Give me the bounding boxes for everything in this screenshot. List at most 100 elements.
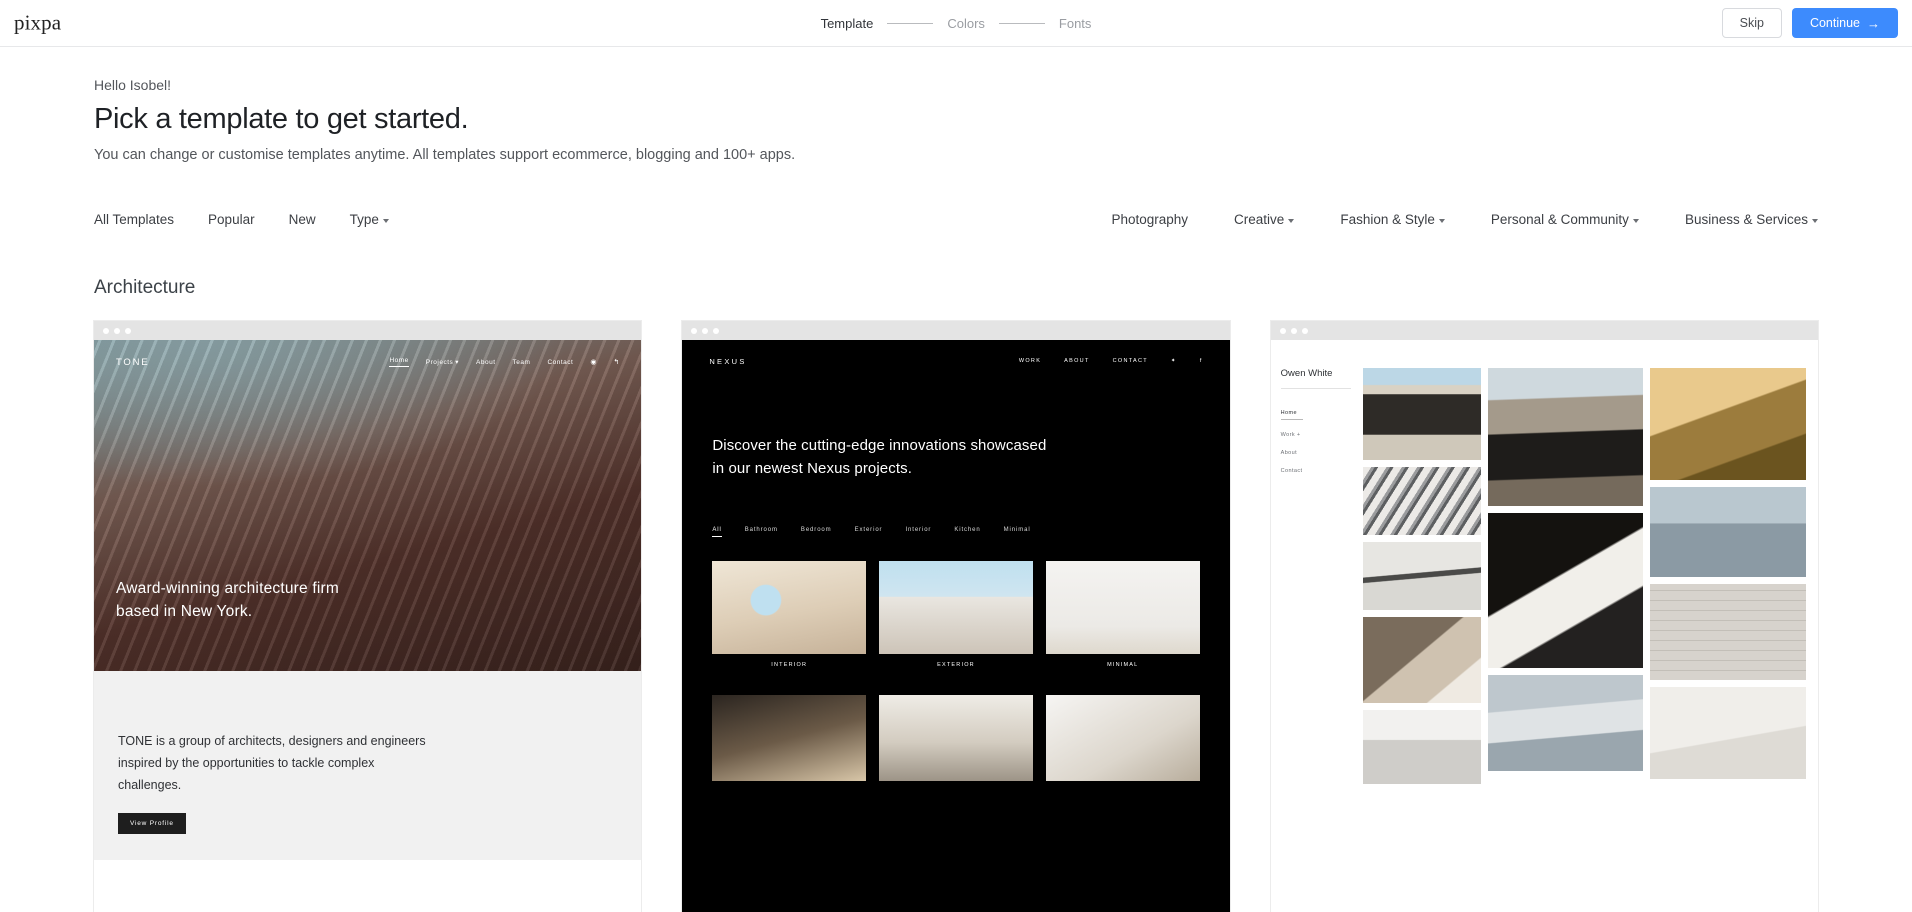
grid-photo xyxy=(1487,513,1644,668)
gallery-photo xyxy=(1045,694,1200,781)
category-creative[interactable]: Creative xyxy=(1234,212,1295,227)
owen-photo-grid xyxy=(1359,340,1818,912)
filter-popular-label: Popular xyxy=(208,212,255,227)
grid-photo xyxy=(1362,710,1481,784)
window-dot-icon xyxy=(1290,327,1297,334)
tone-nav-home: Home xyxy=(389,357,409,367)
intro-block: Hello Isobel! Pick a template to get sta… xyxy=(24,47,1888,163)
category-photography-label: Photography xyxy=(1111,212,1189,227)
tone-nav-projects-label: Projects xyxy=(425,358,454,366)
nexus-filter-interior: Interior xyxy=(905,526,932,533)
browser-chrome xyxy=(682,321,1230,340)
grid-photo xyxy=(1487,675,1644,771)
chevron-down-icon xyxy=(1438,218,1445,223)
nexus-filter-exterior: Exterior xyxy=(854,526,883,533)
tone-nav-about: About xyxy=(476,358,496,366)
pixpa-logo[interactable]: pixpa xyxy=(14,11,61,36)
top-bar: pixpa Template Colors Fonts Skip Continu… xyxy=(0,0,1912,47)
greeting-text: Hello Isobel! xyxy=(94,77,172,93)
page-subtitle: You can change or customise templates an… xyxy=(94,147,796,163)
nexus-filter-all: All xyxy=(712,527,722,537)
nexus-nav: NEXUS WORK ABOUT CONTACT ✦ f xyxy=(682,340,1229,382)
filter-new-label: New xyxy=(288,212,316,227)
category-photography[interactable]: Photography xyxy=(1111,212,1188,227)
step-colors[interactable]: Colors xyxy=(945,16,987,31)
chevron-down-icon xyxy=(1632,218,1639,223)
step-connector-2 xyxy=(998,22,1045,24)
category-business-services[interactable]: Business & Services xyxy=(1685,212,1818,227)
category-personal-community[interactable]: Personal & Community xyxy=(1491,212,1639,227)
tone-brand: TONE xyxy=(116,356,150,368)
skip-button[interactable]: Skip xyxy=(1721,8,1782,38)
template-grid: TONE Home Projects ▾ About Team Contact … xyxy=(94,321,1818,912)
tone-hero-headline: Award-winning architecture firm based in… xyxy=(116,579,339,620)
template-card-nexus[interactable]: NEXUS WORK ABOUT CONTACT ✦ f Discover th… xyxy=(682,321,1230,912)
owen-grid-column xyxy=(1487,368,1644,784)
nexus-filter-minimal: Minimal xyxy=(1003,526,1031,533)
view-profile-button: View Profile xyxy=(118,812,186,834)
category-fashion-style-label: Fashion & Style xyxy=(1340,212,1435,227)
owen-nav-home: Home xyxy=(1280,410,1303,420)
window-dot-icon xyxy=(1279,327,1286,334)
share-icon: ↰ xyxy=(613,359,620,366)
tone-body-text: TONE is a group of architects, designers… xyxy=(118,734,426,792)
gallery-photo xyxy=(712,560,867,654)
nexus-gallery-row-1: INTERIOR EXTERIOR MINIMAL xyxy=(682,537,1229,671)
continue-button[interactable]: Continue → xyxy=(1791,8,1898,38)
category-fashion-style[interactable]: Fashion & Style xyxy=(1340,212,1445,227)
tone-nav-team: Team xyxy=(512,358,531,366)
page-content: Hello Isobel! Pick a template to get sta… xyxy=(0,47,1912,912)
grid-photo xyxy=(1650,584,1806,680)
continue-label: Continue xyxy=(1809,16,1860,30)
grid-photo xyxy=(1487,368,1644,506)
filter-group-left: All Templates Popular New Type xyxy=(94,212,423,227)
filter-new[interactable]: New xyxy=(289,212,316,227)
tone-nav: TONE Home Projects ▾ About Team Contact … xyxy=(94,340,641,384)
gallery-item: MINIMAL xyxy=(1045,560,1200,671)
gallery-photo xyxy=(879,560,1033,654)
owen-nav-work: Work + xyxy=(1280,432,1301,438)
grid-photo xyxy=(1650,368,1806,480)
nexus-filter-kitchen: Kitchen xyxy=(954,526,981,533)
nexus-nav-links: WORK ABOUT CONTACT ✦ f xyxy=(1019,358,1203,364)
window-dot-icon xyxy=(1301,327,1308,334)
window-dot-icon xyxy=(103,327,109,334)
tone-nav-projects: Projects ▾ xyxy=(425,358,460,367)
step-fonts[interactable]: Fonts xyxy=(1057,16,1094,31)
gallery-caption-interior: INTERIOR xyxy=(771,661,808,668)
nexus-preview: NEXUS WORK ABOUT CONTACT ✦ f Discover th… xyxy=(682,340,1230,912)
category-creative-label: Creative xyxy=(1234,212,1285,227)
nexus-filter-bedroom: Bedroom xyxy=(800,526,832,533)
filter-type[interactable]: Type xyxy=(350,212,389,227)
gallery-photo xyxy=(712,694,867,781)
gallery-photo xyxy=(1045,560,1200,654)
grid-photo xyxy=(1362,542,1481,610)
browser-chrome xyxy=(1270,321,1818,340)
template-card-tone[interactable]: TONE Home Projects ▾ About Team Contact … xyxy=(94,321,642,912)
nexus-hero-headline: Discover the cutting-edge innovations sh… xyxy=(712,437,1047,478)
category-business-services-label: Business & Services xyxy=(1684,212,1808,227)
gallery-item: EXTERIOR xyxy=(879,560,1033,671)
owen-grid-column xyxy=(1650,368,1806,784)
tone-body: TONE is a group of architects, designers… xyxy=(94,671,642,860)
facebook-icon: f xyxy=(1199,358,1203,364)
owen-brand: Owen White xyxy=(1280,368,1351,389)
grid-photo xyxy=(1362,617,1481,703)
filter-all-templates-label: All Templates xyxy=(94,212,175,227)
filter-all-templates[interactable]: All Templates xyxy=(94,212,174,227)
step-template[interactable]: Template xyxy=(819,16,876,31)
owen-preview: Owen White Home Work + About Contact xyxy=(1270,340,1818,912)
step-connector-1 xyxy=(887,22,934,24)
step-indicator: Template Colors Fonts xyxy=(819,16,1094,31)
tone-hero-image: TONE Home Projects ▾ About Team Contact … xyxy=(94,340,642,671)
browser-chrome xyxy=(94,321,642,340)
nexus-filter-bathroom: Bathroom xyxy=(744,526,778,533)
category-personal-community-label: Personal & Community xyxy=(1490,212,1629,227)
gallery-caption-exterior: EXTERIOR xyxy=(937,661,975,668)
nexus-nav-contact: CONTACT xyxy=(1112,358,1148,364)
top-bar-actions: Skip Continue → xyxy=(1721,8,1898,38)
template-card-owen-white[interactable]: Owen White Home Work + About Contact xyxy=(1270,321,1818,912)
filter-popular[interactable]: Popular xyxy=(208,212,255,227)
filter-bar: All Templates Popular New Type Photograp… xyxy=(94,212,1818,227)
chevron-down-icon: ▾ xyxy=(455,359,460,366)
